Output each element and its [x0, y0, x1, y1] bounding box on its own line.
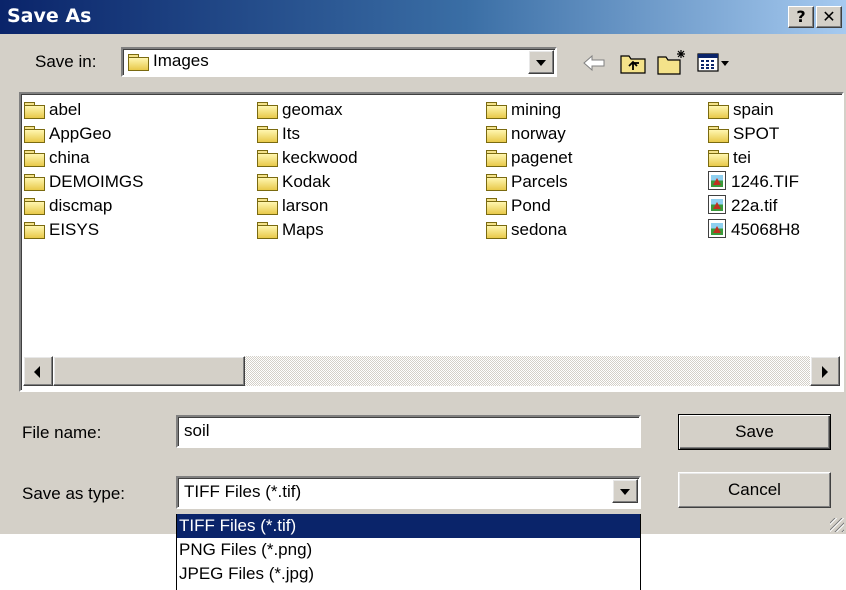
close-button[interactable]: ✕: [816, 6, 842, 28]
list-item[interactable]: 45068H8: [708, 218, 800, 242]
new-folder-icon[interactable]: [656, 48, 688, 76]
save-as-type-dropdown-button[interactable]: [612, 479, 638, 503]
save-in-value: Images: [153, 51, 209, 70]
list-item[interactable]: discmap: [24, 194, 112, 218]
list-item[interactable]: china: [24, 146, 90, 170]
list-item[interactable]: Maps: [257, 218, 324, 242]
chevron-down-icon: [620, 489, 630, 495]
folder-icon: [257, 126, 278, 143]
list-item[interactable]: SPOT: [708, 122, 779, 146]
folder-icon: [24, 126, 45, 143]
folder-icon: [486, 174, 507, 191]
folder-icon: [257, 102, 278, 119]
list-item[interactable]: norway: [486, 122, 566, 146]
save-as-dialog: Save As ? ✕ Save in: Images abel AppGeo …: [0, 0, 846, 534]
list-item[interactable]: tei: [708, 146, 751, 170]
dropdown-option-jpeg[interactable]: JPEG Files (*.jpg): [177, 562, 640, 586]
list-item[interactable]: mining: [486, 98, 561, 122]
save-in-dropdown-button[interactable]: [528, 50, 554, 74]
image-file-icon: [708, 171, 726, 190]
list-item[interactable]: Parcels: [486, 170, 568, 194]
folder-icon: [486, 126, 507, 143]
folder-icon: [708, 126, 729, 143]
file-name-input[interactable]: soil: [176, 415, 641, 448]
list-item[interactable]: abel: [24, 98, 81, 122]
folder-icon: [708, 102, 729, 119]
folder-icon: [486, 222, 507, 239]
horizontal-scrollbar[interactable]: [23, 356, 840, 386]
dialog-title: Save As: [7, 5, 92, 27]
arrow-left-icon: [34, 366, 40, 378]
folder-icon: [486, 150, 507, 167]
folder-icon: [486, 102, 507, 119]
save-as-type-label: Save as type:: [22, 484, 126, 503]
folder-icon: [24, 198, 45, 215]
folder-icon: [24, 174, 45, 191]
chevron-down-icon: [536, 60, 546, 66]
list-item[interactable]: Kodak: [257, 170, 330, 194]
up-folder-icon[interactable]: [619, 51, 647, 75]
list-item[interactable]: 22a.tif: [708, 194, 777, 218]
resize-grip[interactable]: [830, 518, 844, 532]
list-item[interactable]: geomax: [257, 98, 342, 122]
list-item[interactable]: AppGeo: [24, 122, 111, 146]
save-in-label: Save in:: [35, 52, 97, 71]
folder-icon: [24, 150, 45, 167]
save-in-combo[interactable]: Images: [121, 47, 557, 77]
file-name-label: File name:: [22, 423, 102, 442]
list-item[interactable]: EISYS: [24, 218, 99, 242]
save-as-type-value: TIFF Files (*.tif): [184, 482, 302, 501]
list-item[interactable]: larson: [257, 194, 328, 218]
dropdown-option-png[interactable]: PNG Files (*.png): [177, 538, 640, 562]
back-arrow-icon[interactable]: [581, 52, 607, 74]
list-item[interactable]: Its: [257, 122, 300, 146]
file-list[interactable]: abel AppGeo china DEMOIMGS discmap EISYS…: [19, 92, 844, 392]
help-button[interactable]: ?: [788, 6, 814, 28]
scroll-left-button[interactable]: [23, 356, 53, 386]
list-item[interactable]: DEMOIMGS: [24, 170, 143, 194]
folder-icon: [257, 150, 278, 167]
dropdown-option-tiff[interactable]: TIFF Files (*.tif): [177, 514, 640, 538]
save-as-type-dropdown-list[interactable]: TIFF Files (*.tif) PNG Files (*.png) JPE…: [176, 514, 641, 590]
cancel-button[interactable]: Cancel: [678, 472, 831, 508]
list-item[interactable]: Pond: [486, 194, 551, 218]
folder-icon: [24, 222, 45, 239]
list-item[interactable]: spain: [708, 98, 774, 122]
list-item[interactable]: sedona: [486, 218, 567, 242]
folder-icon: [257, 222, 278, 239]
view-menu-icon[interactable]: [697, 52, 731, 74]
save-as-type-combo[interactable]: TIFF Files (*.tif): [176, 476, 641, 509]
list-item[interactable]: 1246.TIF: [708, 170, 799, 194]
folder-icon: [24, 102, 45, 119]
folder-icon: [257, 174, 278, 191]
open-folder-icon: [128, 54, 149, 71]
scroll-right-button[interactable]: [810, 356, 840, 386]
scroll-thumb[interactable]: [53, 356, 245, 386]
folder-icon: [257, 198, 278, 215]
save-button[interactable]: Save: [678, 414, 831, 450]
title-bar[interactable]: Save As ? ✕: [0, 0, 846, 34]
list-item[interactable]: pagenet: [486, 146, 572, 170]
arrow-right-icon: [822, 366, 828, 378]
list-item[interactable]: keckwood: [257, 146, 358, 170]
folder-icon: [708, 150, 729, 167]
image-file-icon: [708, 195, 726, 214]
image-file-icon: [708, 219, 726, 238]
folder-icon: [486, 198, 507, 215]
